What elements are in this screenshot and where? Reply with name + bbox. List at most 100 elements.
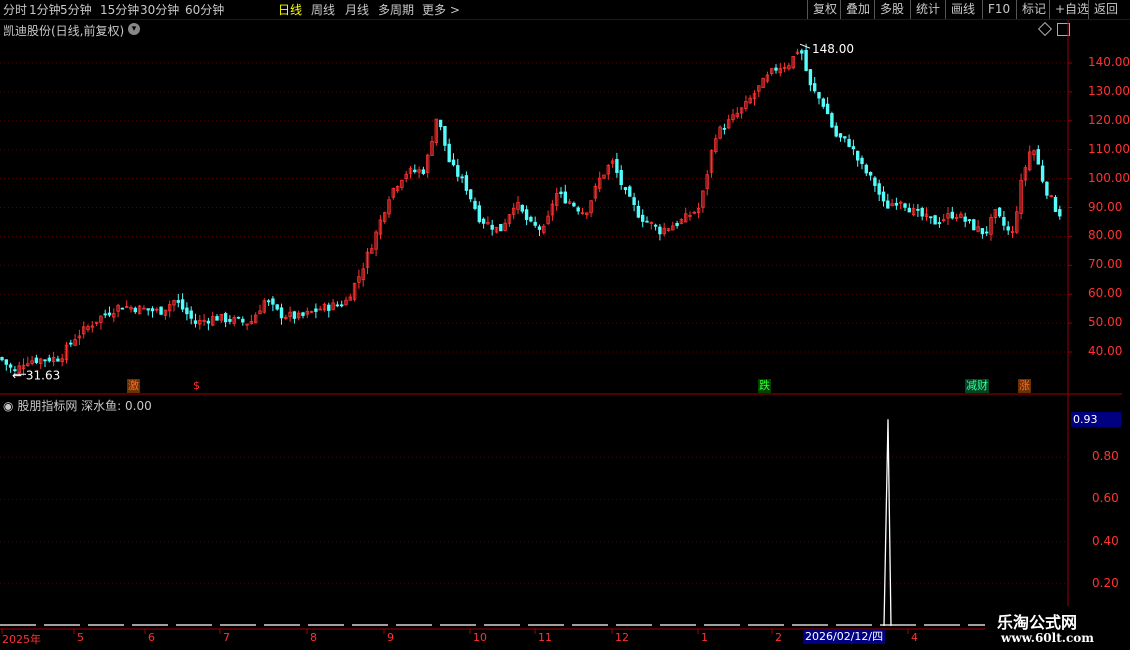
candle-body [1002, 216, 1006, 226]
toolbar-right-1[interactable]: 叠加 [840, 0, 875, 19]
toolbar-right-5[interactable]: F10 [982, 0, 1015, 19]
high-marker [799, 43, 811, 49]
candle-body [963, 216, 967, 222]
candle-body [490, 224, 494, 230]
candle-body [851, 146, 856, 150]
date-label: 2025年 [2, 633, 41, 646]
candle-body [271, 298, 275, 305]
ind-spike [883, 419, 892, 627]
candle-body [967, 219, 972, 222]
candle-body [1058, 209, 1062, 217]
candle-body [658, 226, 662, 235]
toolbar-item-7[interactable]: 周线 [311, 2, 335, 18]
candle-body [722, 127, 727, 130]
candle-body [47, 357, 51, 362]
ind-label: 0.80 [1092, 449, 1119, 464]
candle-body [176, 300, 180, 303]
candle-body [150, 308, 155, 312]
toolbar-right-2[interactable]: 多股 [874, 0, 909, 19]
candle-body [628, 186, 632, 197]
candle-body [860, 157, 864, 165]
toolbar-right-8[interactable]: 返回 [1088, 0, 1123, 19]
candle-body [443, 125, 447, 146]
candle-body [266, 300, 271, 303]
candle-body [800, 50, 804, 54]
toolbar-item-1[interactable]: 1分钟 [29, 2, 61, 18]
candle-body [856, 150, 860, 161]
signal-marker: 激 [127, 379, 140, 393]
ind-label: 0.40 [1092, 533, 1119, 548]
candle-body [241, 318, 245, 323]
candle-body [456, 165, 460, 177]
price-chart[interactable]: 148.00 ← 31.63 [0, 20, 1122, 395]
toolbar-item-3[interactable]: 15分钟 [100, 2, 139, 18]
candle-body [4, 359, 8, 365]
candle-body [133, 307, 137, 313]
candle-body [0, 357, 4, 361]
signal-marker: 跌 [758, 379, 771, 393]
candle-body [529, 216, 533, 222]
candle-body [1040, 165, 1045, 182]
candle-body [1006, 226, 1010, 231]
candle-body [464, 175, 469, 191]
toolbar-item-10[interactable]: 更多 > [422, 2, 460, 18]
toolbar-item-2[interactable]: 5分钟 [60, 2, 92, 18]
candle-body [185, 307, 189, 315]
candle-body [972, 219, 976, 231]
price-label: 50.00 [1088, 315, 1123, 330]
candle-body [301, 312, 305, 316]
toolbar-right-6[interactable]: 标记 [1016, 0, 1051, 19]
watermark: 乐淘公式网 www.60lt.com [985, 606, 1130, 650]
candle-body [873, 177, 877, 186]
candle-body [314, 308, 318, 312]
candle-body [533, 221, 537, 226]
toolbar-item-5[interactable]: 60分钟 [185, 2, 224, 18]
date-label: 9 [387, 631, 394, 644]
candle-body [499, 223, 503, 232]
candle-body [8, 364, 13, 368]
candle-body [228, 319, 232, 322]
date-label: 12 [615, 631, 629, 644]
candle-body [520, 204, 524, 212]
indicator-chart[interactable] [0, 395, 1122, 628]
candle-body [279, 307, 284, 319]
toolbar-right-4[interactable]: 画线 [945, 0, 980, 19]
candle-body [193, 320, 198, 324]
toolbar-item-4[interactable]: 30分钟 [140, 2, 179, 18]
toolbar-item-9[interactable]: 多周期 [378, 2, 414, 18]
period-toolbar: 分时 1分钟 5分钟 15分钟 30分钟 60分钟 日线 周线 月线 多周期 更多 > 复权 叠加 多股统… [0, 0, 1130, 20]
candle-body [473, 200, 477, 209]
toolbar-item-0[interactable]: 分时 [3, 2, 27, 18]
candle-body [933, 215, 937, 225]
price-label: 70.00 [1088, 257, 1123, 272]
candle-body [950, 211, 954, 219]
candle-body [653, 224, 658, 227]
candle-body [916, 208, 920, 211]
price-label: 130.00 [1088, 83, 1130, 98]
candle-body [903, 203, 907, 208]
toolbar-right-3[interactable]: 统计 [910, 0, 945, 19]
candle-body [774, 67, 778, 71]
toolbar-item-6[interactable]: 日线 [278, 2, 302, 18]
candle-body [830, 113, 834, 128]
date-label: 6 [148, 631, 155, 644]
candle-body [159, 306, 163, 315]
candle-body [886, 200, 890, 209]
candle-body [1045, 181, 1049, 196]
indicator-value-box: 0.93 [1071, 412, 1121, 427]
candle-body [146, 308, 150, 311]
date-label: 8 [310, 631, 317, 644]
price-label: 100.00 [1088, 170, 1130, 185]
candle-body [804, 49, 808, 71]
candle-body [920, 207, 924, 217]
candle-body [817, 92, 821, 99]
candle-body [834, 125, 838, 137]
toolbar-item-8[interactable]: 月线 [345, 2, 369, 18]
candle-body [69, 342, 73, 345]
ind-label: 0.20 [1092, 575, 1119, 590]
date-label: 10 [473, 631, 487, 644]
candle-body [563, 191, 567, 204]
candle-body [34, 357, 39, 363]
candle-body [107, 312, 112, 316]
toolbar-right-0[interactable]: 复权 [807, 0, 842, 19]
